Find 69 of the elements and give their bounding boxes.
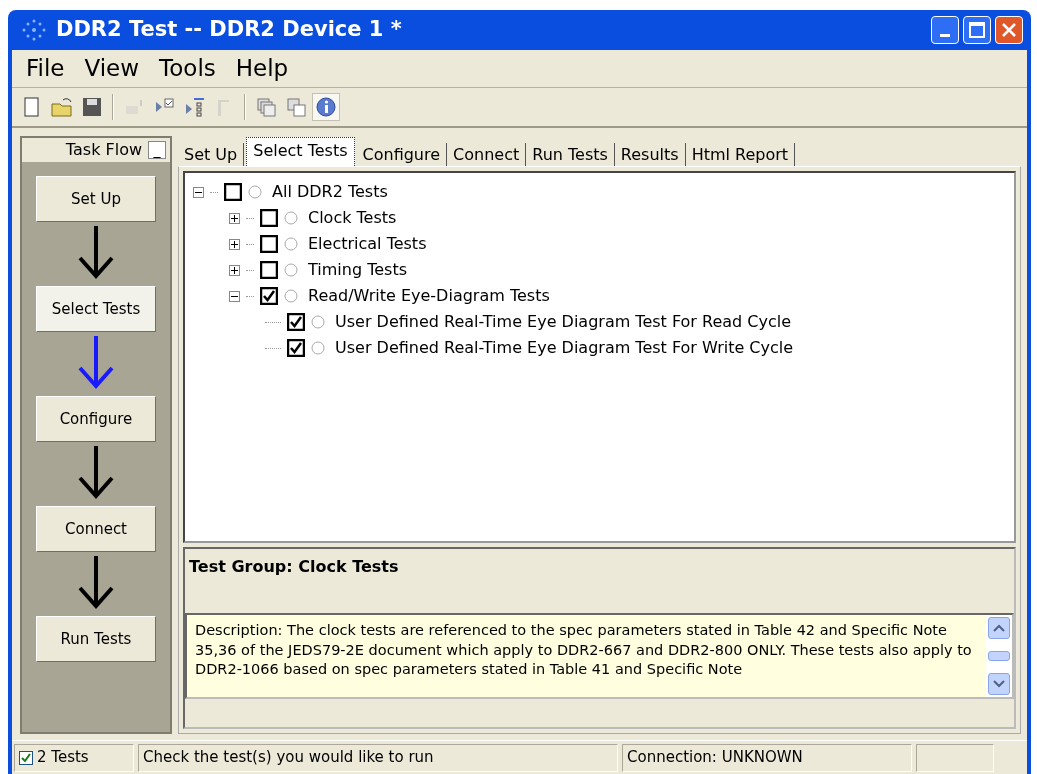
tab[interactable]: Configure bbox=[356, 142, 448, 166]
tab[interactable]: Set Up bbox=[178, 142, 245, 166]
test-group-heading: Test Group: Clock Tests bbox=[188, 556, 400, 578]
scrollbar[interactable] bbox=[986, 615, 1012, 697]
task-flow-step[interactable]: Select Tests bbox=[36, 286, 156, 332]
tree-item-label[interactable]: User Defined Real-Time Eye Diagram Test For Write Cycle bbox=[335, 336, 794, 360]
collapse-icon[interactable] bbox=[193, 186, 204, 198]
radio-icon bbox=[284, 211, 298, 225]
checkbox[interactable] bbox=[260, 287, 278, 305]
radio-icon bbox=[248, 185, 262, 199]
radio-icon bbox=[311, 341, 325, 355]
scroll-up-button[interactable] bbox=[988, 617, 1010, 639]
expand-icon[interactable] bbox=[229, 212, 240, 224]
checkbox[interactable] bbox=[260, 209, 278, 227]
stacked-pages-icon bbox=[255, 96, 277, 118]
info-icon bbox=[315, 96, 337, 118]
scroll-thumb[interactable] bbox=[988, 651, 1010, 661]
scroll-down-button[interactable] bbox=[988, 673, 1010, 695]
checkbox[interactable] bbox=[260, 261, 278, 279]
tab[interactable]: Html Report bbox=[685, 142, 796, 166]
minimize-button[interactable]: _ bbox=[148, 141, 166, 159]
task-flow-step[interactable]: Configure bbox=[36, 396, 156, 442]
checkbox[interactable] bbox=[260, 235, 278, 253]
tab[interactable]: Run Tests bbox=[526, 142, 615, 166]
menu-item[interactable]: View bbox=[76, 51, 148, 86]
tab[interactable]: Connect bbox=[447, 142, 527, 166]
checkbox[interactable] bbox=[19, 750, 33, 765]
tree-item-label[interactable]: Electrical Tests bbox=[308, 232, 427, 256]
task-flow-step[interactable]: Connect bbox=[36, 506, 156, 552]
checkbox[interactable] bbox=[287, 313, 305, 331]
app-logo-icon bbox=[20, 18, 48, 42]
task-flow-step[interactable]: Run Tests bbox=[36, 616, 156, 662]
menu-item[interactable]: Tools bbox=[151, 51, 224, 86]
expand-icon[interactable] bbox=[229, 238, 240, 250]
menu-item[interactable]: Help bbox=[227, 51, 297, 86]
tree-item-label[interactable]: Timing Tests bbox=[308, 258, 407, 282]
window-title: DDR2 Test -- DDR2 Device 1 * bbox=[56, 16, 402, 44]
minimize-icon bbox=[940, 33, 950, 37]
close-button[interactable] bbox=[995, 16, 1023, 44]
tab[interactable]: Results bbox=[614, 142, 686, 166]
expand-icon[interactable] bbox=[229, 264, 240, 276]
close-icon bbox=[1000, 21, 1018, 39]
copy-pages-icon bbox=[285, 96, 307, 118]
open-folder-icon bbox=[51, 96, 73, 118]
radio-icon bbox=[284, 237, 298, 251]
menu-item[interactable]: File bbox=[18, 51, 73, 86]
tree-item-label[interactable]: User Defined Real-Time Eye Diagram Test For Read Cycle bbox=[335, 310, 792, 334]
list-icon bbox=[183, 96, 205, 118]
collapse-icon[interactable] bbox=[229, 290, 240, 302]
radio-icon bbox=[311, 315, 325, 329]
radio-icon bbox=[284, 289, 298, 303]
minimize-button[interactable] bbox=[931, 16, 959, 44]
save-icon bbox=[81, 96, 103, 118]
maximize-button[interactable] bbox=[963, 16, 991, 44]
maximize-icon bbox=[968, 21, 986, 39]
panel-title: Task Flow bbox=[65, 139, 142, 161]
radio-icon bbox=[284, 263, 298, 277]
tree-item-label[interactable]: Clock Tests bbox=[308, 206, 397, 230]
checkbox[interactable] bbox=[224, 183, 242, 201]
task-flow-step[interactable]: Set Up bbox=[36, 176, 156, 222]
tree-item-label[interactable]: All DDR2 Tests bbox=[272, 180, 388, 204]
tree-item-label[interactable]: Read/Write Eye-Diagram Tests bbox=[308, 284, 550, 308]
tab[interactable]: Select Tests bbox=[246, 136, 355, 166]
status-message: Check the test(s) you would like to run bbox=[138, 743, 618, 772]
test-count: 2 Tests bbox=[37, 747, 89, 769]
connection-status: Connection: UNKNOWN bbox=[622, 743, 912, 772]
checkbox[interactable] bbox=[287, 339, 305, 357]
description-text: Description: The clock tests are referenced to the spec parameters stated in Table 42 and Specific Note 35,36 of the JEDS79-2E document which apply to DDR2-667 and DDR2-800 ONLY. These tests also apply to DDR2-1066 based on spec parameters stated in Table 41 and Specific Note bbox=[194, 621, 973, 680]
toolbar-button[interactable] bbox=[312, 93, 340, 121]
